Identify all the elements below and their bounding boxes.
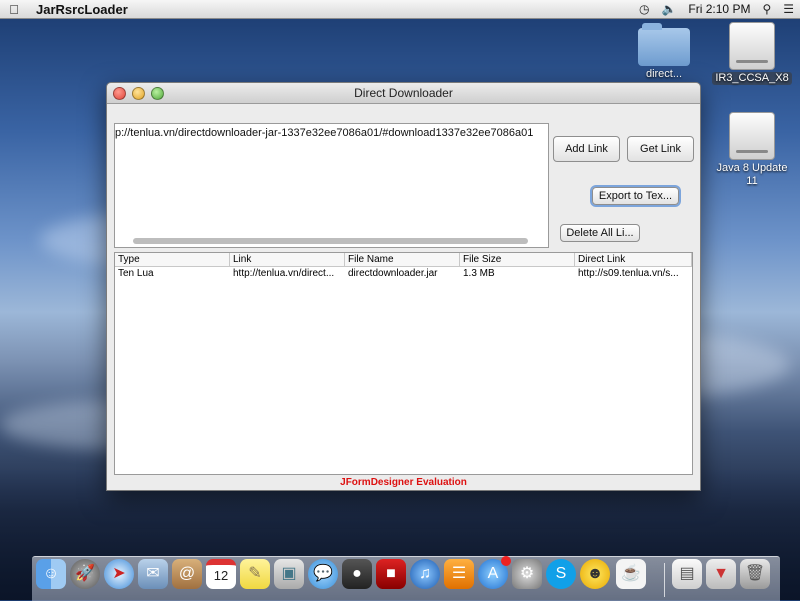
calendar-icon[interactable]: 12 (206, 559, 236, 589)
window-titlebar[interactable]: Direct Downloader (107, 83, 700, 104)
desktop-folder[interactable]: direct... (632, 23, 696, 81)
close-icon[interactable] (113, 87, 126, 100)
trash-icon[interactable]: 🗑 (740, 559, 770, 589)
table-header: Type Link File Name File Size Direct Lin… (115, 253, 692, 267)
desktop-folder-label: direct... (645, 68, 683, 80)
notes-icon[interactable]: ✎ (240, 559, 270, 589)
drive-icon (729, 112, 775, 160)
column-header-direct-link[interactable]: Direct Link (575, 253, 692, 266)
minimize-icon[interactable] (132, 87, 145, 100)
preview-icon[interactable]: ▣ (274, 559, 304, 589)
add-link-button[interactable]: Add Link (553, 136, 620, 162)
launchpad-icon[interactable]: 🚀 (70, 559, 100, 589)
horizontal-scrollbar[interactable] (133, 238, 528, 244)
app-menu-name[interactable]: JarRsrcLoader (36, 2, 128, 17)
link-input-area[interactable]: p://tenlua.vn/directdownloader-jar-1337e… (114, 123, 549, 248)
itunes-icon[interactable]: ♫ (410, 559, 440, 589)
downloads-icon[interactable]: ▼ (706, 559, 736, 589)
dock: ☺ 🚀 ➤ ✉ @ 12 ✎ ▣ 💬 ● ■ ♫ ☰ A ⚙ S ☻ ☕ ▤ ▼… (32, 556, 780, 601)
java-icon[interactable]: ☕ (616, 559, 646, 589)
facetime-icon[interactable]: ● (342, 559, 372, 589)
export-to-text-button[interactable]: Export to Tex... (592, 187, 679, 205)
table-cell-direct-link: http://s09.tenlua.vn/s... (578, 268, 679, 279)
column-header-file-size[interactable]: File Size (460, 253, 575, 266)
delete-all-links-button[interactable]: Delete All Li... (560, 224, 640, 242)
desktop-drive-label: Java 8 Update 11 (716, 162, 788, 187)
adium-icon[interactable]: ☻ (580, 559, 610, 589)
window-controls (113, 87, 164, 100)
link-input-text: p://tenlua.vn/directdownloader-jar-1337e… (115, 127, 534, 139)
desktop-drive-label: IR3_CCSA_X8 (712, 72, 792, 85)
table-cell-file-size: 1.3 MB (463, 268, 495, 279)
table-row[interactable]: Ten Lua http://tenlua.vn/direct... direc… (115, 267, 692, 280)
column-header-link[interactable]: Link (230, 253, 345, 266)
apple-menu-icon[interactable]:  (0, 2, 28, 17)
safari-icon[interactable]: ➤ (104, 559, 134, 589)
ibooks-icon[interactable]: ☰ (444, 559, 474, 589)
evaluation-notice: JFormDesigner Evaluation (340, 477, 467, 488)
folder-icon (638, 23, 690, 66)
documents-icon[interactable]: ▤ (672, 559, 702, 589)
table-cell-type: Ten Lua (118, 268, 154, 279)
skype-icon[interactable]: S (546, 559, 576, 589)
search-icon[interactable]: ⚲ (762, 2, 771, 16)
volume-icon[interactable]: 🔈 (661, 2, 676, 16)
appstore-icon[interactable]: A (478, 556, 511, 589)
time-machine-icon[interactable]: ◷ (639, 2, 649, 16)
list-icon[interactable]: ☰ (783, 2, 794, 16)
column-header-file-name[interactable]: File Name (345, 253, 460, 266)
dock-separator (664, 563, 665, 597)
mail-icon[interactable]: ✉ (138, 559, 168, 589)
get-link-button[interactable]: Get Link (627, 136, 694, 162)
system-preferences-icon[interactable]: ⚙ (512, 559, 542, 589)
photobooth-icon[interactable]: ■ (376, 559, 406, 589)
drive-icon (729, 22, 775, 70)
messages-icon[interactable]: 💬 (308, 559, 338, 589)
direct-downloader-window: Direct Downloader p://tenlua.vn/directdo… (106, 82, 701, 491)
table-cell-file-name: directdownloader.jar (348, 268, 438, 279)
downloads-table[interactable]: Type Link File Name File Size Direct Lin… (114, 252, 693, 475)
menu-clock[interactable]: Fri 2:10 PM (688, 2, 750, 16)
table-cell-link: http://tenlua.vn/direct... (233, 268, 335, 279)
desktop-drive-ir3[interactable]: IR3_CCSA_X8 (712, 22, 792, 85)
window-title: Direct Downloader (354, 86, 453, 100)
column-header-type[interactable]: Type (115, 253, 230, 266)
contacts-icon[interactable]: @ (172, 559, 202, 589)
zoom-icon[interactable] (151, 87, 164, 100)
menu-extras: ◷ 🔈 Fri 2:10 PM ⚲ ☰ (639, 2, 800, 16)
notification-badge (501, 556, 511, 566)
menu-bar:  JarRsrcLoader ◷ 🔈 Fri 2:10 PM ⚲ ☰ (0, 0, 800, 19)
desktop-drive-java[interactable]: Java 8 Update 11 (712, 112, 792, 188)
finder-icon[interactable]: ☺ (36, 559, 66, 589)
